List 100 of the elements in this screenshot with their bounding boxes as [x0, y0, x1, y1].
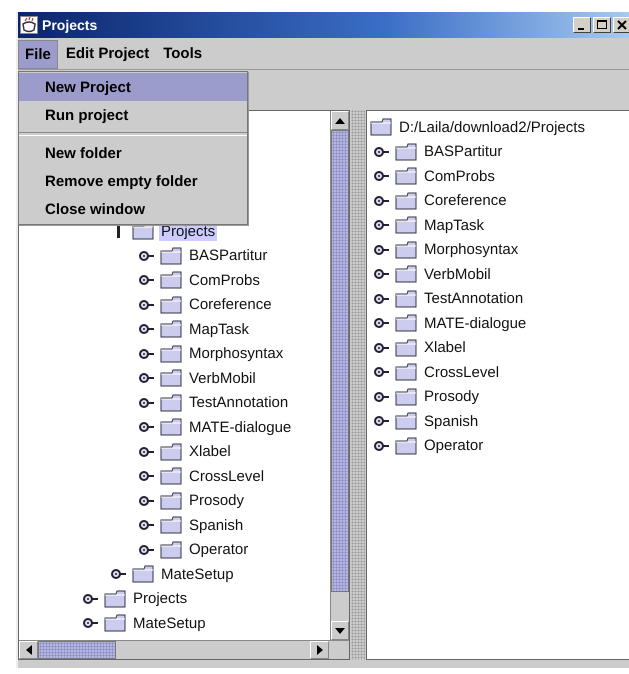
folder-label[interactable]: TestAnnotation: [422, 289, 526, 308]
folder-label[interactable]: BASPartitur: [422, 142, 504, 162]
folder-label[interactable]: MATE-dialogue: [187, 418, 294, 437]
collapsed-handle-icon[interactable]: [374, 415, 390, 428]
menu-item[interactable]: File: [18, 40, 58, 69]
collapsed-handle-icon[interactable]: [139, 372, 155, 384]
menu-item[interactable]: Tools: [157, 38, 208, 69]
folder-icon: [395, 363, 417, 382]
folder-label[interactable]: BASPartitur: [187, 246, 270, 266]
folder-icon: [395, 142, 417, 161]
folder-label[interactable]: Coreference: [187, 295, 274, 314]
collapsed-handle-icon[interactable]: [83, 617, 99, 630]
folder-label[interactable]: Xlabel: [187, 442, 233, 462]
folder-label[interactable]: Spanish: [422, 412, 480, 431]
folder-icon: [370, 118, 392, 136]
collapsed-handle-icon[interactable]: [139, 348, 155, 360]
folder-label[interactable]: ComProbs: [187, 270, 262, 290]
folder-label[interactable]: VerbMobil: [422, 264, 493, 284]
folder-icon: [395, 338, 417, 357]
folder-label[interactable]: Spanish: [187, 516, 246, 535]
scroll-thumb[interactable]: [331, 130, 349, 592]
folder-label[interactable]: MapTask: [422, 216, 486, 235]
folder-icon: [395, 436, 417, 455]
folder-label[interactable]: TestAnnotation: [187, 393, 290, 412]
collapsed-handle-icon[interactable]: [139, 470, 155, 482]
folder-icon: [160, 467, 182, 486]
maximize-button[interactable]: [593, 17, 611, 33]
collapsed-handle-icon[interactable]: [374, 366, 390, 378]
collapsed-handle-icon[interactable]: [374, 244, 390, 256]
folder-icon: [160, 271, 182, 290]
menu-item[interactable]: New folder: [19, 139, 247, 167]
collapsed-handle-icon[interactable]: [139, 421, 155, 434]
collapsed-handle-icon[interactable]: [139, 519, 155, 532]
folder-label[interactable]: CrossLevel: [187, 466, 266, 486]
folder-label[interactable]: MapTask: [187, 320, 252, 339]
maximize-icon: [597, 20, 607, 30]
folder-icon: [395, 167, 417, 186]
collapsed-handle-icon[interactable]: [374, 194, 390, 207]
folder-label[interactable]: Morphosyntax: [422, 240, 520, 260]
folder-label[interactable]: MATE-dialogue: [422, 314, 528, 333]
collapsed-handle-icon[interactable]: [374, 317, 390, 330]
folder-icon: [160, 492, 182, 510]
collapsed-handle-icon[interactable]: [139, 323, 155, 336]
folder-icon: [160, 516, 182, 534]
folder-icon: [395, 290, 417, 308]
left-arrow-icon[interactable]: [26, 645, 32, 655]
menu-item[interactable]: Close window: [19, 195, 247, 223]
collapsed-handle-icon[interactable]: [374, 268, 390, 280]
menu-item[interactable]: Remove empty folder: [19, 167, 247, 195]
folder-label[interactable]: Coreference: [422, 191, 509, 210]
folder-label[interactable]: ComProbs: [422, 166, 497, 186]
up-arrow-icon[interactable]: [335, 118, 345, 124]
folder-icon: [395, 216, 417, 234]
folder-label[interactable]: Prosody: [187, 491, 246, 510]
folder-label[interactable]: Prosody: [422, 387, 482, 406]
collapsed-handle-icon[interactable]: [83, 592, 99, 605]
vertical-scrollbar[interactable]: [330, 111, 349, 640]
collapsed-handle-icon[interactable]: [374, 440, 390, 452]
scroll-thumb[interactable]: [38, 641, 116, 659]
collapsed-handle-icon[interactable]: [139, 544, 155, 556]
collapsed-handle-icon[interactable]: [374, 292, 390, 305]
folder-label[interactable]: Morphosyntax: [187, 344, 286, 364]
menu-item[interactable]: New Project: [19, 73, 247, 101]
collapsed-handle-icon[interactable]: [374, 390, 390, 403]
folder-icon: [160, 296, 182, 314]
collapsed-handle-icon[interactable]: [139, 250, 155, 262]
collapsed-handle-icon[interactable]: [374, 219, 390, 232]
folder-label[interactable]: MateSetup: [159, 564, 236, 584]
folder-label[interactable]: Xlabel: [422, 338, 468, 358]
folder-label[interactable]: MateSetup: [131, 614, 208, 633]
minimize-button[interactable]: [573, 17, 591, 33]
collapsed-handle-icon[interactable]: [139, 298, 155, 311]
collapsed-handle-icon[interactable]: [139, 446, 155, 458]
folder-label[interactable]: Projects: [131, 589, 190, 608]
close-icon: [617, 20, 627, 30]
folder-label[interactable]: Operator: [187, 540, 250, 560]
collapsed-handle-icon[interactable]: [111, 568, 127, 580]
folder-label[interactable]: VerbMobil: [187, 368, 258, 388]
collapsed-handle-icon[interactable]: [374, 170, 390, 182]
folder-icon: [395, 240, 417, 259]
app-icon: [20, 16, 38, 34]
folder-label[interactable]: D:/Laila/download2/Projects: [397, 118, 587, 137]
close-button[interactable]: [613, 17, 629, 33]
right-arrow-icon[interactable]: [316, 645, 322, 655]
collapsed-handle-icon[interactable]: [139, 274, 155, 286]
menu-item[interactable]: Run project: [19, 101, 247, 129]
collapsed-handle-icon[interactable]: [374, 342, 390, 354]
folder-icon: [395, 265, 417, 284]
collapsed-handle-icon[interactable]: [139, 494, 155, 507]
folder-label[interactable]: Operator: [422, 436, 486, 456]
folder-label[interactable]: CrossLevel: [422, 362, 502, 382]
minimize-icon: [578, 28, 584, 30]
window-title: Projects: [42, 17, 98, 33]
collapsed-handle-icon[interactable]: [139, 396, 155, 409]
folder-icon: [104, 590, 126, 608]
folder-icon: [160, 394, 182, 412]
down-arrow-icon[interactable]: [335, 628, 345, 634]
menu-item[interactable]: Edit Project: [60, 38, 156, 69]
horizontal-scrollbar[interactable]: [19, 640, 349, 659]
collapsed-handle-icon[interactable]: [374, 146, 390, 158]
